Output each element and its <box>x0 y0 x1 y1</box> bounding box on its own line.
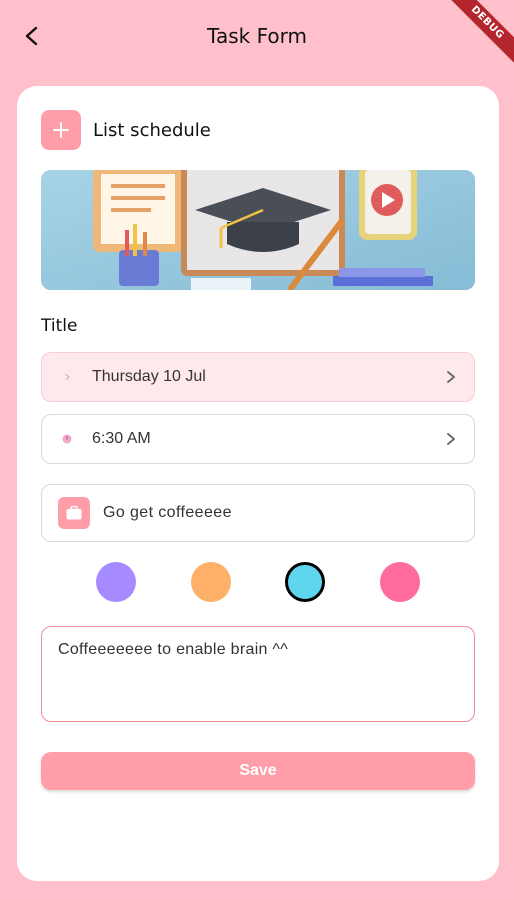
plus-icon <box>53 122 69 138</box>
time-value: 6:30 AM <box>92 430 151 447</box>
form-card: List schedule Title Thursday 10 Jul 6:30… <box>17 86 499 881</box>
date-value: Thursday 10 Jul <box>92 368 206 385</box>
color-option-pink[interactable] <box>380 562 420 602</box>
clock-icon <box>60 370 74 384</box>
task-value: Go get coffeeeee <box>103 504 232 521</box>
debug-banner: DEBUG <box>444 0 514 70</box>
page-title: Task Form <box>207 24 307 48</box>
color-option-orange[interactable] <box>191 562 231 602</box>
alarm-icon <box>60 432 74 446</box>
app-bar: Task Form DEBUG <box>0 0 514 72</box>
color-picker <box>41 562 475 602</box>
date-picker[interactable]: Thursday 10 Jul <box>41 352 475 402</box>
task-input[interactable]: Go get coffeeeee <box>41 484 475 542</box>
save-button[interactable]: Save <box>41 752 475 790</box>
header-row: List schedule <box>41 110 211 150</box>
add-schedule-button[interactable] <box>41 110 81 150</box>
chevron-right-icon <box>447 433 455 445</box>
color-option-purple[interactable] <box>96 562 136 602</box>
description-textarea[interactable]: Coffeeeeeee to enable brain ^^ <box>41 626 475 722</box>
time-picker[interactable]: 6:30 AM <box>41 414 475 464</box>
color-option-cyan[interactable] <box>285 562 325 602</box>
debug-label: DEBUG <box>444 0 514 69</box>
briefcase-icon <box>58 497 90 529</box>
header-label: List schedule <box>93 119 211 141</box>
banner-illustration <box>41 170 475 290</box>
chevron-right-icon <box>447 371 455 383</box>
title-label: Title <box>41 316 78 336</box>
